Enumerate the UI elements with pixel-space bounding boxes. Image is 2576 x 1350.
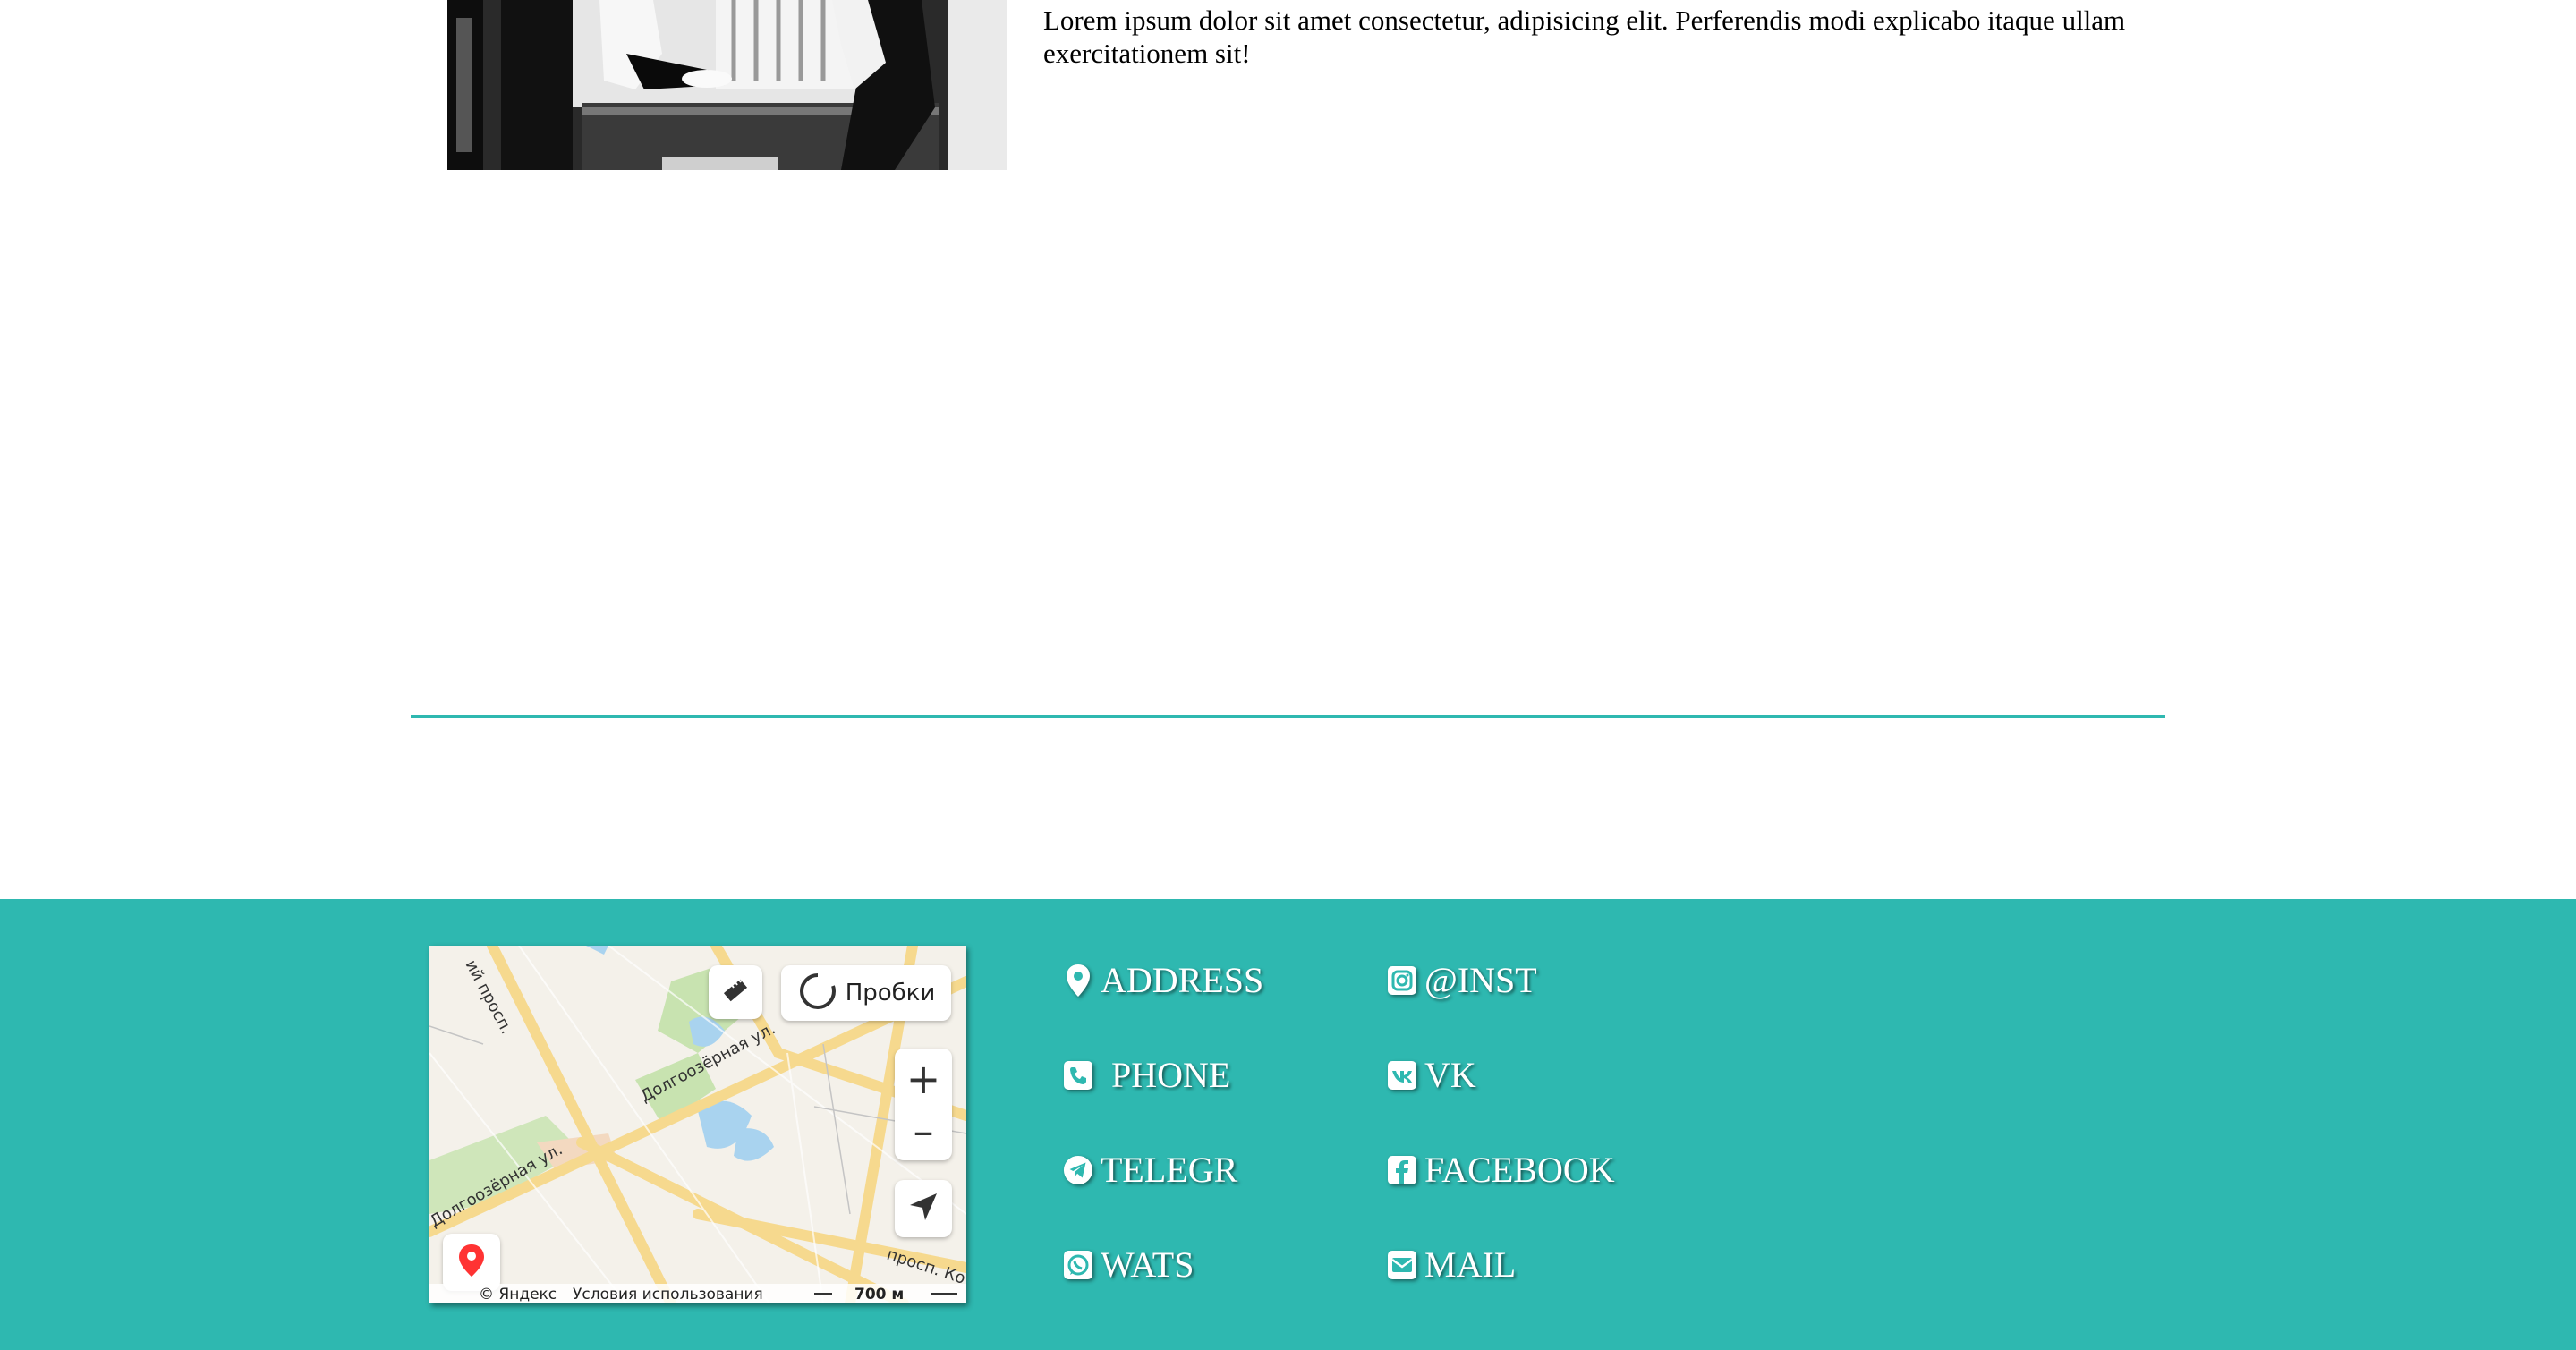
scale-line-right (931, 1293, 957, 1295)
map-pin-icon (456, 1243, 487, 1283)
ruler-icon (721, 976, 750, 1009)
zoom-out-button[interactable]: – (914, 1105, 934, 1157)
section-divider (411, 715, 2165, 718)
article-text: Lorem ipsum dolor sit amet consectetur, … (1043, 4, 2126, 69)
facebook-icon (1387, 1153, 1417, 1187)
vk-icon (1387, 1058, 1417, 1092)
address-link[interactable]: ADDRESS (1063, 959, 1263, 1001)
whatsapp-icon (1063, 1248, 1093, 1282)
map-scale: 700 м (854, 1286, 905, 1303)
mail-icon (1387, 1248, 1417, 1282)
whatsapp-link[interactable]: WATS (1063, 1244, 1194, 1286)
telegram-label: TELEGR (1101, 1150, 1238, 1190)
instagram-label: @INST (1424, 960, 1537, 1000)
whatsapp-label: WATS (1101, 1244, 1194, 1285)
article-photo (447, 0, 1007, 170)
vk-label: VK (1424, 1055, 1476, 1095)
mail-link[interactable]: MAIL (1387, 1244, 1516, 1286)
traffic-label: Пробки (845, 980, 936, 1006)
map-attribution-bar: © Яндекс Условия использования 700 м (429, 1284, 966, 1303)
photo-graphic (447, 0, 1007, 170)
facebook-label: FACEBOOK (1424, 1150, 1615, 1190)
mail-label: MAIL (1424, 1244, 1517, 1285)
terms-link[interactable]: Условия использования (573, 1286, 763, 1303)
instagram-icon (1387, 964, 1417, 998)
phone-link[interactable]: PHONE (1063, 1054, 1230, 1096)
telegram-link[interactable]: TELEGR (1063, 1149, 1237, 1191)
scale-line-left (814, 1293, 832, 1295)
address-label: ADDRESS (1101, 960, 1264, 1000)
traffic-icon (797, 971, 838, 1016)
ruler-button[interactable] (709, 965, 762, 1019)
zoom-in-button[interactable]: + (906, 1053, 941, 1105)
traffic-button[interactable]: Пробки (781, 965, 951, 1021)
map-pin-button[interactable] (443, 1234, 500, 1291)
yandex-brand[interactable]: © Яндекс (479, 1286, 557, 1303)
instagram-link[interactable]: @INST (1387, 959, 1537, 1001)
phone-label: PHONE (1111, 1055, 1231, 1095)
navigation-arrow-icon (908, 1192, 939, 1227)
geolocation-button[interactable] (895, 1180, 952, 1237)
site-footer (0, 899, 2576, 1350)
yandex-map[interactable]: ий просп. Долгоозёрная ул. Долгоозёрная … (429, 946, 966, 1303)
phone-icon (1063, 1058, 1093, 1092)
zoom-control[interactable]: + – (895, 1049, 952, 1160)
vk-link[interactable]: VK (1387, 1054, 1476, 1096)
facebook-link[interactable]: FACEBOOK (1387, 1149, 1615, 1191)
map-marker-icon (1063, 964, 1093, 998)
telegram-icon (1063, 1153, 1093, 1187)
